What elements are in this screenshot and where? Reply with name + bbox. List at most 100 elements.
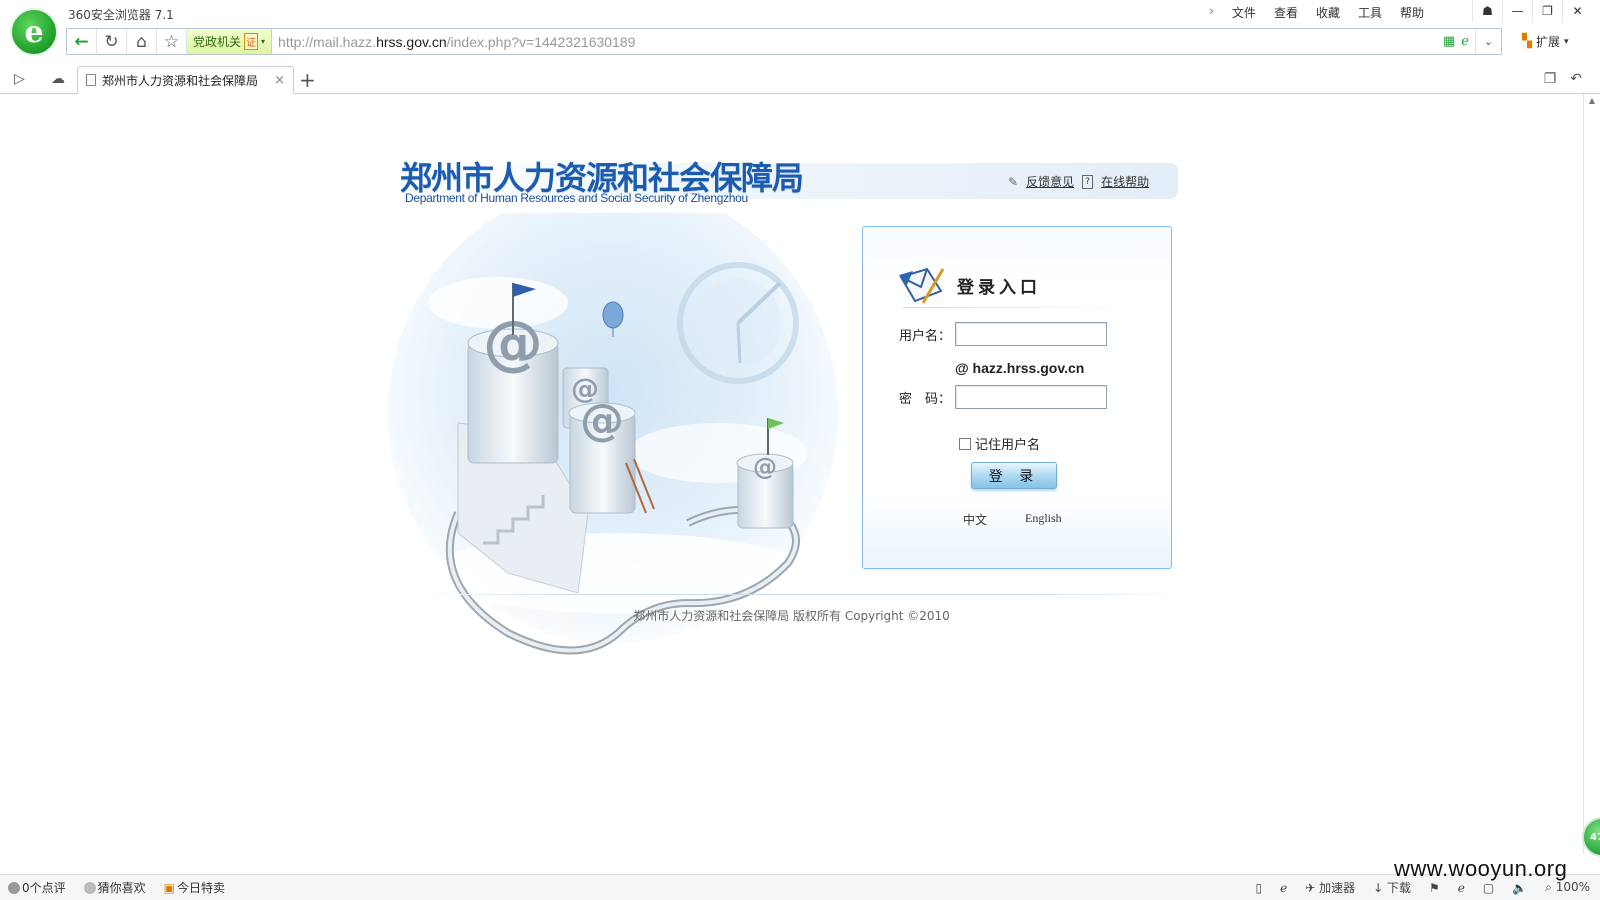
mobile-icon[interactable]: ▯ (1255, 881, 1262, 895)
tab-bar: ▷ ☁ 郑州市人力资源和社会保障局 × + ❐ ↶ (0, 65, 1600, 94)
url-input[interactable]: http://mail.hazz.hrss.gov.cn/index.php?v… (272, 34, 1443, 50)
download-label: 下载 (1386, 881, 1411, 895)
navigation-bar: ← ↻ ⌂ ☆ 党政机关 证 ▾ http://mail.hazz.hrss.g… (0, 27, 1600, 57)
checkbox-box[interactable] (959, 437, 971, 450)
skin-button[interactable]: ☗ (1472, 0, 1502, 22)
web-page: 郑州市人力资源和社会保障局 Department of Human Resour… (0, 95, 1583, 855)
hot-air-balloon-icon (602, 301, 624, 329)
header-links: ✎ 反馈意见 ? 在线帮助 (1008, 173, 1149, 190)
footer-divider (420, 594, 1180, 595)
extensions-button[interactable]: ▚ 扩展 ▾ (1522, 33, 1569, 50)
tab-list-icon[interactable]: ❐ (1544, 71, 1557, 87)
url-history-dropdown-icon[interactable]: ⌄ (1475, 29, 1501, 54)
badge-dropdown-icon: ▾ (261, 37, 266, 46)
feedback-link[interactable]: 反馈意见 (1026, 173, 1074, 190)
lang-english-link[interactable]: English (1025, 511, 1062, 526)
password-input[interactable] (955, 385, 1107, 409)
email-domain-suffix: @ hazz.hrss.gov.cn (955, 360, 1085, 376)
address-bar-frame: ← ↻ ⌂ ☆ 党政机关 证 ▾ http://mail.hazz.hrss.g… (66, 28, 1502, 55)
url-tools: ▦ ℯ (1443, 34, 1475, 49)
guess-like-label: 猜你喜欢 (97, 881, 146, 895)
today-deal-button[interactable]: ▣ 今日特卖 (164, 879, 225, 896)
gift-icon: ▣ (163, 881, 175, 895)
window-controls: ☗ — ❐ ✕ (1472, 0, 1592, 22)
zoom-level: 100% (1555, 880, 1590, 894)
menu-favorites[interactable]: 收藏 (1316, 4, 1340, 21)
today-deal-label: 今日特卖 (177, 881, 226, 895)
qrcode-icon[interactable]: ▦ (1443, 34, 1455, 49)
close-window-button[interactable]: ✕ (1562, 0, 1592, 22)
extensions-label: 扩展 (1536, 35, 1561, 49)
remember-username-label: 记住用户名 (975, 438, 1041, 453)
extensions-grid-icon: ▚ (1522, 34, 1532, 49)
extensions-dropdown-icon: ▾ (1564, 36, 1569, 47)
scroll-up-arrow-icon[interactable]: ▲ (1584, 94, 1600, 105)
url-suffix: /index.php?v=1442321630189 (446, 33, 636, 50)
username-label: 用户名： (899, 329, 952, 344)
login-panel: 登录入口 用户名： @ hazz.hrss.gov.cn 密 码： 记住用户名 … (862, 226, 1172, 569)
menu-file[interactable]: 文件 (1232, 4, 1256, 21)
guess-icon (83, 882, 96, 894)
favorite-star-icon[interactable]: ☆ (157, 29, 187, 54)
flag-icon[interactable]: ⚑ (1429, 881, 1440, 895)
gov-badge-label: 党政机关 (193, 35, 242, 49)
login-button[interactable]: 登 录 (971, 462, 1057, 489)
help-icon: ? (1082, 174, 1094, 189)
page-doc-icon (86, 74, 96, 86)
window-icon[interactable]: ▢ (1483, 881, 1494, 895)
browser-logo-icon[interactable]: e (10, 8, 58, 56)
restore-button[interactable]: ❐ (1532, 0, 1562, 22)
copyright-footer: 郑州市人力资源和社会保障局 版权所有 Copyright ©2010 (633, 609, 950, 623)
back-arrow-icon[interactable]: ← (67, 29, 97, 54)
at-sign-icon: @ (580, 395, 624, 446)
url-prefix: http://mail.hazz. (278, 33, 377, 50)
clock-hand (736, 322, 742, 364)
minimize-button[interactable]: — (1502, 0, 1532, 22)
gov-site-badge[interactable]: 党政机关 证 ▾ (187, 29, 273, 54)
divider (903, 307, 1133, 308)
comments-label: 0个点评 (22, 881, 66, 895)
home-icon[interactable]: ⌂ (127, 29, 157, 54)
gov-cert-icon: 证 (244, 33, 259, 50)
compat-mode-icon[interactable]: ℯ (1461, 34, 1469, 49)
menu-collapse-icon[interactable]: › (1209, 4, 1214, 21)
browser-icon[interactable]: ℯ (1458, 881, 1465, 895)
status-bar: 0个点评 猜你喜欢 ▣ 今日特卖 ▯ ℯ ✈ 加速器 ↓ 下载 ⚑ ℯ ▢ 🔈 ⌕… (0, 874, 1600, 900)
envelope-icon (899, 267, 945, 304)
tab-close-icon[interactable]: × (274, 73, 285, 88)
new-tab-plus-icon[interactable]: + (299, 68, 316, 92)
url-domain: hrss.gov.cn (376, 33, 447, 50)
org-name-en: Department of Human Resources and Social… (405, 191, 748, 205)
sound-icon[interactable]: 🔈 (1512, 881, 1527, 895)
status-bar-left: 0个点评 猜你喜欢 ▣ 今日特卖 (0, 879, 225, 896)
app-title: 360安全浏览器 7.1 (68, 8, 174, 22)
accelerator-button[interactable]: ✈ 加速器 (1305, 879, 1355, 896)
vertical-scrollbar[interactable]: ▲ (1583, 94, 1600, 854)
menu-tools[interactable]: 工具 (1358, 4, 1382, 21)
ie-mode-icon[interactable]: ℯ (1280, 881, 1287, 895)
at-sign-icon: @ (753, 453, 777, 481)
accelerator-label: 加速器 (1319, 881, 1356, 895)
title-bar: 360安全浏览器 7.1 › 文件 查看 收藏 工具 帮助 ☗ — ❐ ✕ (0, 0, 1600, 26)
remember-username-checkbox[interactable]: 记住用户名 (959, 434, 1040, 453)
tab-active[interactable]: 郑州市人力资源和社会保障局 × (77, 66, 294, 94)
zoom-control[interactable]: ⌕ 100% (1545, 880, 1590, 895)
comments-button[interactable]: 0个点评 (8, 879, 66, 896)
comment-icon (8, 882, 20, 894)
username-input[interactable] (955, 322, 1107, 346)
menu-help[interactable]: 帮助 (1400, 4, 1424, 21)
refresh-icon[interactable]: ↻ (97, 29, 127, 54)
sidebar-toggle-icon[interactable]: ▷ (14, 71, 25, 87)
tab-bar-tools: ❐ ↶ (1544, 71, 1582, 87)
guess-like-button[interactable]: 猜你喜欢 (83, 879, 146, 896)
menu-view[interactable]: 查看 (1274, 4, 1298, 21)
password-label: 密 码： (899, 392, 952, 407)
help-link[interactable]: 在线帮助 (1101, 173, 1149, 190)
menu-bar: › 文件 查看 收藏 工具 帮助 (1209, 4, 1424, 21)
lang-chinese-link[interactable]: 中文 (963, 511, 987, 528)
login-header: 登录入口 (897, 265, 1041, 305)
email-castle-illustration: @ @ @ @ (388, 213, 838, 655)
undo-close-tab-icon[interactable]: ↶ (1570, 71, 1582, 87)
tab-title: 郑州市人力资源和社会保障局 (102, 73, 259, 88)
cloud-icon[interactable]: ☁ (51, 71, 65, 87)
